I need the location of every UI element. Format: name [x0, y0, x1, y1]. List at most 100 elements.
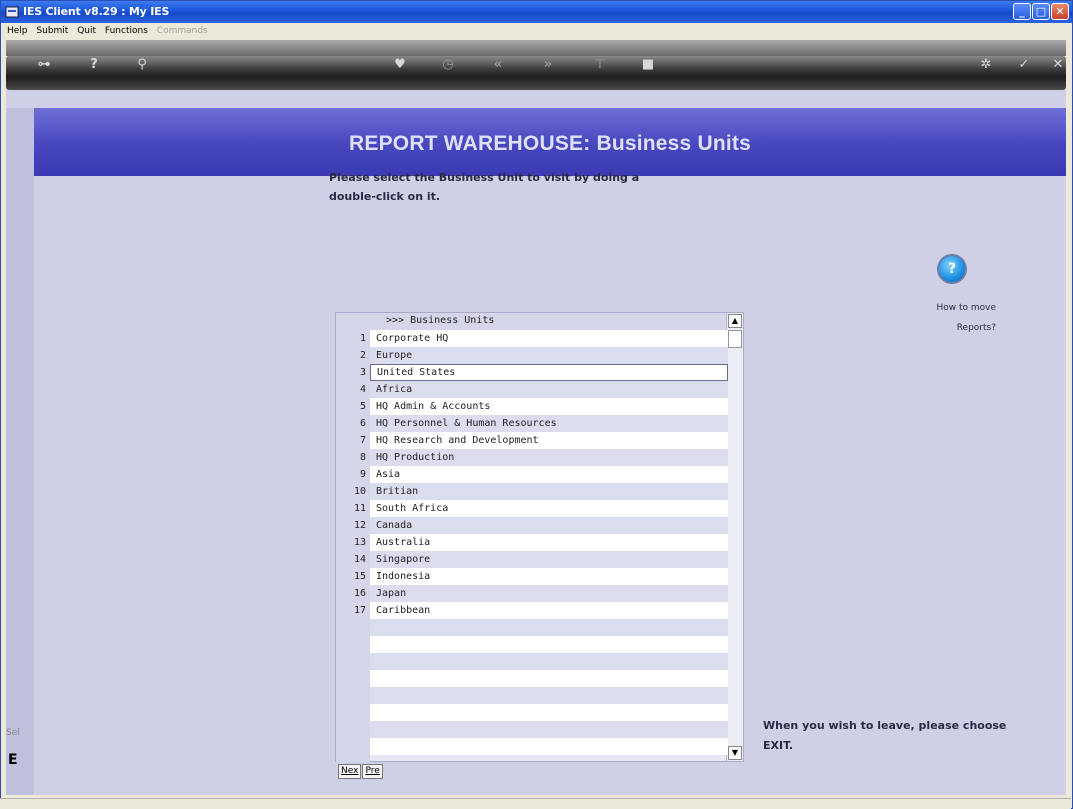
list-item-label: Japan: [370, 585, 728, 602]
list-item-label: HQ Admin & Accounts: [370, 398, 728, 415]
menu-quit[interactable]: Quit: [77, 23, 96, 39]
clock-icon[interactable]: ◷: [436, 56, 460, 74]
help-link[interactable]: How to move Reports?: [920, 298, 996, 338]
list-item-label: [370, 721, 728, 738]
instructions-line-1: Please select the Business Unit to visit…: [329, 171, 640, 184]
page-header: REPORT WAREHOUSE: Business Units: [34, 108, 1066, 176]
menu-functions[interactable]: Functions: [105, 23, 148, 39]
list-item-label: HQ Personnel & Human Resources: [370, 415, 728, 432]
menu-submit[interactable]: Submit: [36, 23, 68, 39]
list-item-number: 10: [353, 486, 366, 497]
list-item-label: [370, 636, 728, 653]
search-icon[interactable]: ⚲: [130, 56, 154, 74]
close-icon[interactable]: ✕: [1046, 56, 1070, 74]
next-button[interactable]: Nex: [338, 764, 362, 779]
page-title: REPORT WAREHOUSE: Business Units: [349, 132, 751, 155]
business-unit-list[interactable]: >>> Business Units ▲ ▼ 1 Corporate HQ 2 Eur…: [335, 312, 744, 762]
list-item[interactable]: 4 Africa: [336, 381, 728, 398]
scroll-up-button[interactable]: ▲: [728, 314, 742, 328]
exit-hint-line-2: EXIT.: [763, 739, 794, 752]
list-item[interactable]: 16 Japan: [336, 585, 728, 602]
list-scrollbar[interactable]: ▲ ▼: [726, 313, 743, 761]
fast-forward-icon[interactable]: »: [536, 56, 560, 74]
list-item-number: 6: [359, 418, 366, 429]
list-item[interactable]: 1 Corporate HQ: [336, 330, 728, 347]
list-item[interactable]: 2 Europe: [336, 347, 728, 364]
list-item-label: Corporate HQ: [370, 330, 728, 347]
list-item-empty: [336, 653, 728, 670]
list-header: >>> Business Units: [336, 313, 728, 330]
list-item-number: 4: [359, 384, 366, 395]
list-item-number: 17: [353, 605, 366, 616]
list-item[interactable]: 3 United States: [336, 364, 728, 381]
list-item-label: [370, 670, 728, 687]
list-item-label: [370, 687, 728, 704]
list-item-number: 15: [353, 571, 366, 582]
list-item-number: 8: [359, 452, 366, 463]
list-item-empty: [336, 619, 728, 636]
app-icon: [5, 6, 19, 18]
list-item-number: 3: [359, 367, 366, 378]
insert-icon[interactable]: ⊤: [588, 56, 612, 74]
gear-icon[interactable]: ✲: [974, 56, 998, 74]
heart-icon[interactable]: ♥: [388, 56, 412, 74]
list-item-number: 16: [353, 588, 366, 599]
list-item[interactable]: 9 Asia: [336, 466, 728, 483]
list-item[interactable]: 7 HQ Research and Development: [336, 432, 728, 449]
instructions-line-2: double-click on it.: [329, 190, 441, 203]
side-label-sel: Sel: [6, 728, 20, 738]
list-item-label: Europe: [370, 347, 728, 364]
list-item[interactable]: 5 HQ Admin & Accounts: [336, 398, 728, 415]
status-bar: [0, 798, 1071, 809]
instructions: Please select the Business Unit to visit…: [329, 168, 709, 206]
list-item-label: [370, 653, 728, 670]
rewind-icon[interactable]: «: [486, 56, 510, 74]
title-bar[interactable]: IES Client v8.29 : My IES _ □ ✕: [1, 1, 1072, 23]
list-item-empty: [336, 636, 728, 653]
list-item-label: Caribbean: [370, 602, 728, 619]
prev-button[interactable]: Pre: [362, 764, 383, 779]
list-item-label: [370, 704, 728, 721]
side-label-e: E: [8, 752, 18, 768]
list-item[interactable]: 8 HQ Production: [336, 449, 728, 466]
menu-help[interactable]: Help: [7, 23, 28, 39]
list-item-number: 12: [353, 520, 366, 531]
list-item[interactable]: 11 South Africa: [336, 500, 728, 517]
list-item-label: HQ Production: [370, 449, 728, 466]
list-item[interactable]: 10 Britian: [336, 483, 728, 500]
help-button[interactable]: ?: [937, 254, 967, 284]
checkmark-icon[interactable]: ✓: [1012, 56, 1036, 74]
help-icon[interactable]: ?: [82, 56, 106, 74]
minimize-button[interactable]: _: [1013, 3, 1031, 20]
list-item-empty: [336, 721, 728, 738]
list-item[interactable]: 6 HQ Personnel & Human Resources: [336, 415, 728, 432]
key-icon[interactable]: ⊶: [32, 56, 56, 74]
list-item-number: 14: [353, 554, 366, 565]
list-item-label: Asia: [370, 466, 728, 483]
list-item-number: 9: [359, 469, 366, 480]
list-item-label: [370, 619, 728, 636]
list-item-label: Britian: [370, 483, 728, 500]
list-item-label: United States: [370, 364, 728, 381]
page-nav: Nex Pre: [338, 764, 384, 779]
list-item-label: South Africa: [370, 500, 728, 517]
exit-hint-line-1: When you wish to leave, please choose: [763, 719, 1007, 732]
list-item[interactable]: 15 Indonesia: [336, 568, 728, 585]
scroll-down-button[interactable]: ▼: [728, 746, 742, 760]
list-item-number: 11: [353, 503, 366, 514]
list-item-empty: [336, 704, 728, 721]
list-item[interactable]: 13 Australia: [336, 534, 728, 551]
close-window-button[interactable]: ✕: [1051, 3, 1069, 20]
list-item-number: 1: [359, 333, 366, 344]
maximize-button[interactable]: □: [1032, 3, 1050, 20]
scroll-thumb[interactable]: [728, 330, 742, 348]
list-item-label: [370, 738, 728, 755]
list-item[interactable]: 14 Singapore: [336, 551, 728, 568]
list-item[interactable]: 12 Canada: [336, 517, 728, 534]
list-item[interactable]: 17 Caribbean: [336, 602, 728, 619]
list-item-label: HQ Research and Development: [370, 432, 728, 449]
toolbar: ⊶ ? ⚲ ♥ ◷ « » ⊤ ■ ✲ ✓ ✕: [6, 56, 1066, 90]
stop-icon[interactable]: ■: [636, 56, 660, 74]
list-item-number: 2: [359, 350, 366, 361]
list-item-label: Singapore: [370, 551, 728, 568]
